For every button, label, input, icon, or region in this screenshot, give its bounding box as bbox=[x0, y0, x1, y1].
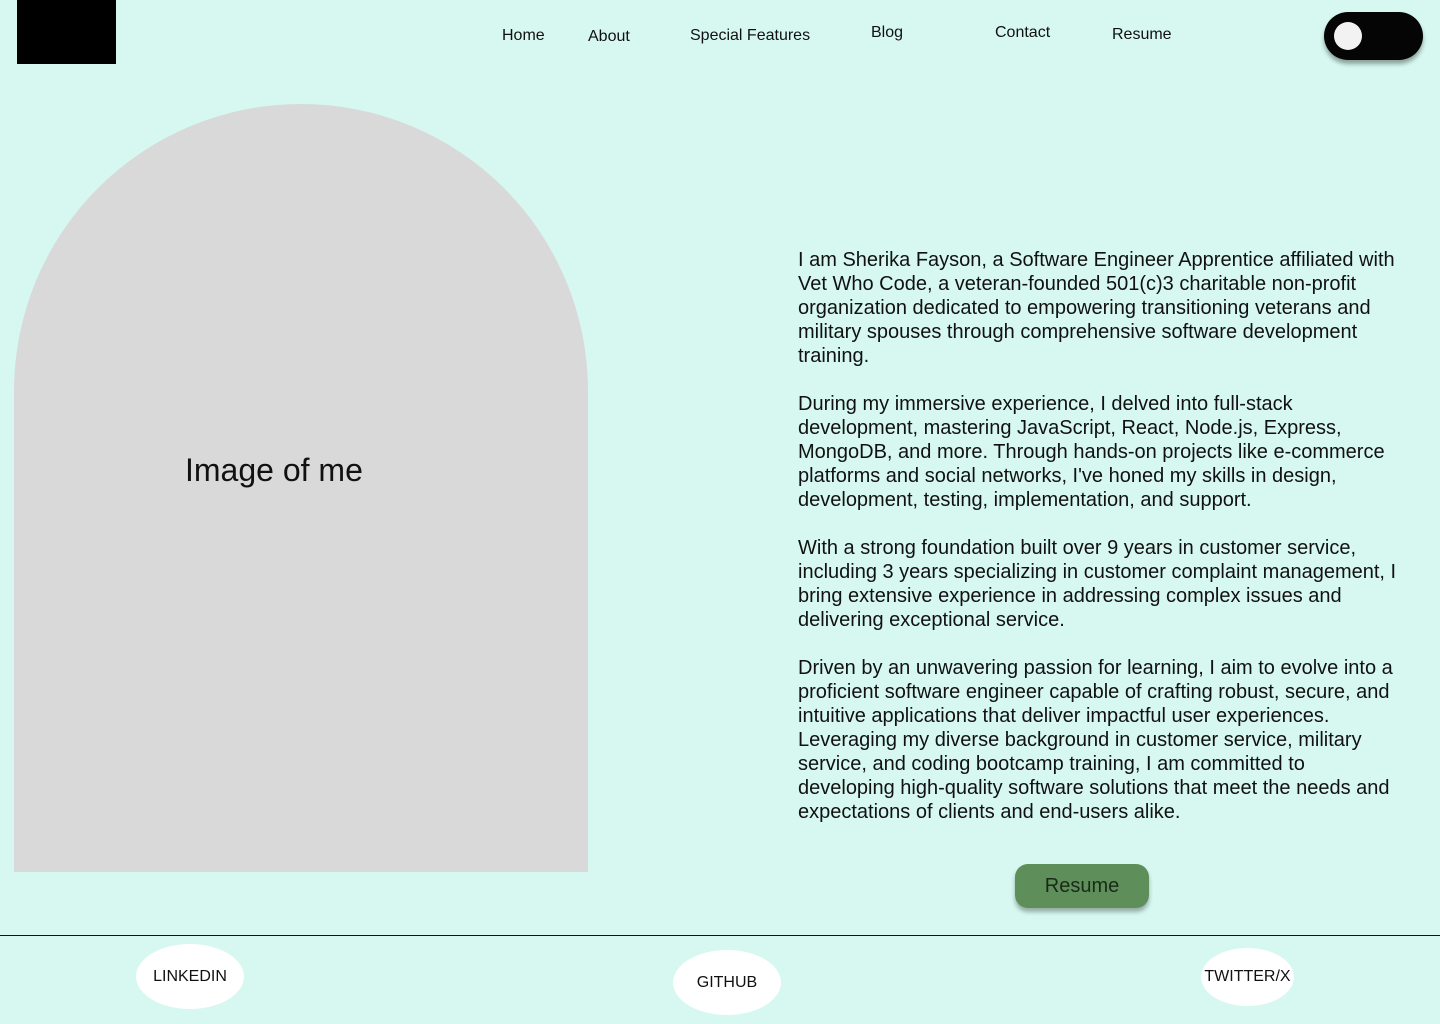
resume-button[interactable]: Resume bbox=[1015, 864, 1149, 908]
nav-resume[interactable]: Resume bbox=[1112, 26, 1172, 44]
twitter-link[interactable]: TWITTER/X bbox=[1201, 948, 1294, 1006]
nav-special-features[interactable]: Special Features bbox=[690, 27, 810, 45]
bio-paragraph: With a strong foundation built over 9 ye… bbox=[798, 537, 1397, 631]
bio-section: I am Sherika Fayson, a Software Engineer… bbox=[798, 248, 1398, 848]
github-link[interactable]: GITHUB bbox=[673, 950, 781, 1015]
logo[interactable] bbox=[17, 0, 116, 64]
bio-paragraph: Driven by an unwavering passion for lear… bbox=[798, 657, 1393, 823]
nav-home[interactable]: Home bbox=[502, 27, 545, 45]
bio-paragraph: I am Sherika Fayson, a Software Engineer… bbox=[798, 249, 1395, 367]
theme-toggle[interactable] bbox=[1324, 12, 1423, 60]
profile-image-label: Image of me bbox=[185, 452, 363, 488]
nav-contact[interactable]: Contact bbox=[995, 24, 1050, 42]
nav-blog[interactable]: Blog bbox=[871, 24, 903, 42]
toggle-knob bbox=[1334, 22, 1362, 50]
bio-paragraph: During my immersive experience, I delved… bbox=[798, 393, 1385, 511]
nav-about[interactable]: About bbox=[588, 28, 630, 46]
linkedin-link[interactable]: LINKEDIN bbox=[136, 944, 244, 1009]
footer-divider bbox=[0, 935, 1440, 936]
